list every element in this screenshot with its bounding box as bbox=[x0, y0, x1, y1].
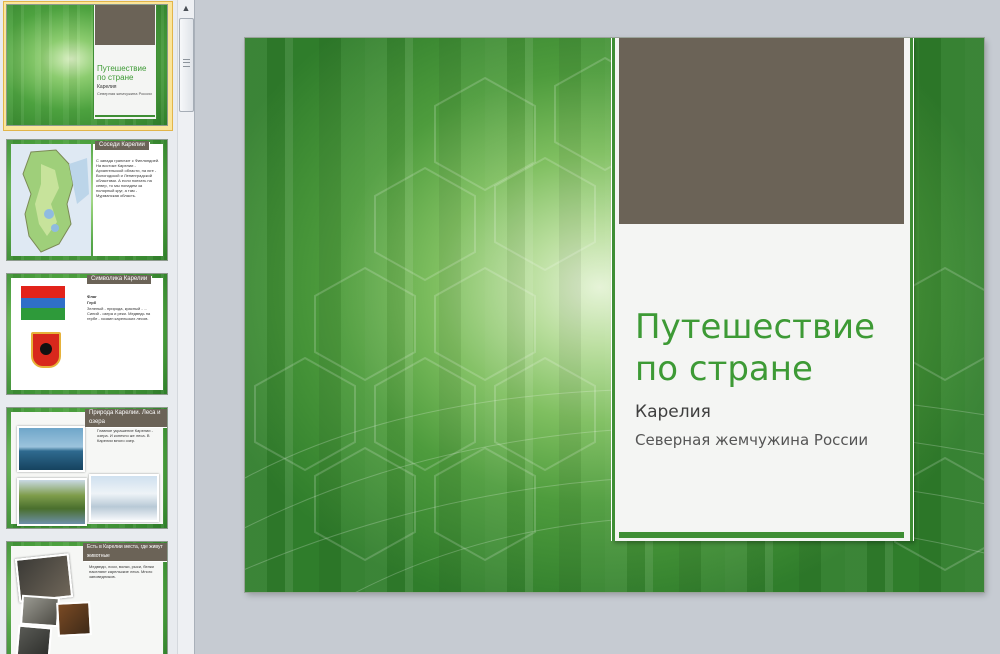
winter-photo bbox=[89, 474, 159, 522]
thumbnail-header: Природа Карелии. Леса и озера bbox=[85, 409, 167, 427]
slide-thumbnail-5[interactable]: Медведи, лоси, волки, рыси, белки населя… bbox=[4, 539, 172, 654]
thumbnail-preview: Медведи, лоси, волки, рыси, белки населя… bbox=[7, 542, 167, 654]
slide-thumbnail-2[interactable]: С запада граничит с Финляндией. На восто… bbox=[4, 137, 172, 265]
thumbnail-subtitle-2: Северная жемчужина России bbox=[97, 91, 152, 96]
title-panel: Путешествие по стране Карелия Северная ж… bbox=[612, 38, 913, 541]
wolf-photo bbox=[19, 594, 61, 628]
thumbnail-scrollbar[interactable]: ▲ bbox=[177, 0, 194, 654]
flag-green-band bbox=[21, 308, 65, 320]
scroll-grip-icon bbox=[183, 59, 190, 67]
map-image bbox=[11, 144, 91, 256]
thumbnail-body-text: Медведи, лоси, волки, рыси, белки населя… bbox=[89, 564, 154, 579]
flag-red-band bbox=[21, 286, 65, 298]
thumbnail-header: Соседи Карелии bbox=[95, 141, 149, 150]
thumbnail-title-panel: Путешествие по стране Карелия Северная ж… bbox=[93, 5, 157, 119]
photo-placeholder[interactable] bbox=[619, 38, 904, 224]
slide-canvas[interactable]: Путешествие по стране Карелия Северная ж… bbox=[245, 38, 984, 592]
lake-photo bbox=[17, 426, 85, 472]
slide-thumbnail-pane: Путешествие по стране Карелия Северная ж… bbox=[0, 0, 195, 654]
panel-accent-bar bbox=[619, 532, 904, 538]
slide-subtitle-2[interactable]: Северная жемчужина России bbox=[635, 430, 875, 450]
slide-title[interactable]: Путешествие по стране bbox=[635, 306, 905, 390]
flag-blue-band bbox=[21, 298, 65, 308]
thumbnail-preview: С запада граничит с Финляндией. На восто… bbox=[7, 140, 167, 260]
thumbnail-preview: Флаг Герб Зеленый - природа, красный - .… bbox=[7, 274, 167, 394]
lynx-photo bbox=[56, 601, 92, 637]
thumbnail-content: Главное украшение Карелии - озера. И кон… bbox=[11, 412, 163, 526]
thumbnail-header: Символика Карелии bbox=[87, 275, 152, 284]
thumbnail-title: Путешествие по стране bbox=[97, 64, 147, 82]
thumbnail-header: Есть в Карелии места, где живут животные bbox=[83, 543, 167, 561]
thumbnail-text-sub: Герб bbox=[87, 300, 97, 305]
thumbnail-body-text: С запада граничит с Финляндией. На восто… bbox=[96, 158, 160, 198]
slide-thumbnail-4[interactable]: Главное украшение Карелии - озера. И кон… bbox=[4, 405, 172, 533]
thumbnail-text-panel: С запада граничит с Финляндией. На восто… bbox=[93, 144, 163, 256]
slide-thumbnail-3[interactable]: Флаг Герб Зеленый - природа, красный - .… bbox=[4, 271, 172, 399]
thumbnail-subtitle: Карелия bbox=[97, 84, 117, 90]
slide-subtitle[interactable]: Карелия bbox=[635, 402, 711, 422]
thumbnail-body-text: Главное украшение Карелии - озера. И кон… bbox=[97, 428, 153, 443]
scroll-thumb[interactable] bbox=[179, 18, 194, 112]
thumbnail-body-text: Зеленый - природа, красный - ... Синий -… bbox=[87, 306, 151, 321]
thumbnail-preview: Главное украшение Карелии - озера. И кон… bbox=[7, 408, 167, 528]
thumbnail-content: Флаг Герб Зеленый - природа, красный - .… bbox=[11, 278, 163, 390]
bear-icon bbox=[40, 343, 52, 355]
scroll-up-arrow-icon[interactable]: ▲ bbox=[178, 0, 194, 16]
coat-of-arms bbox=[31, 332, 61, 368]
thumbnail-content: Медведи, лоси, волки, рыси, белки населя… bbox=[11, 546, 163, 654]
slide-thumbnail-1[interactable]: Путешествие по стране Карелия Северная ж… bbox=[3, 1, 173, 131]
animal-photo bbox=[15, 624, 53, 654]
thumbnail-preview: Путешествие по стране Карелия Северная ж… bbox=[7, 5, 167, 125]
forest-photo bbox=[17, 478, 87, 526]
thumbnail-text-heading: Флаг bbox=[87, 294, 97, 299]
